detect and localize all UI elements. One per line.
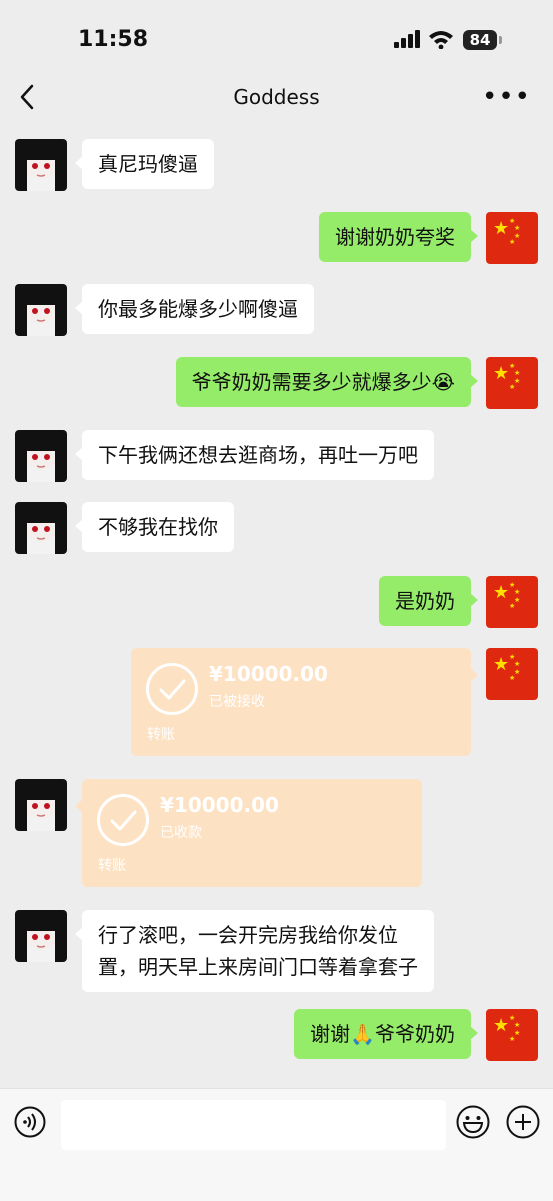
my-avatar[interactable]: ★ ★ ★ ★ ★ (486, 648, 538, 700)
contact-avatar[interactable] (15, 502, 67, 554)
transfer-card[interactable]: ¥10000.00 已被接收 转账 (131, 648, 478, 756)
svg-text:★: ★ (514, 660, 520, 668)
svg-text:★: ★ (514, 588, 520, 596)
status-time: 11:58 (78, 27, 149, 52)
transfer-label: 转账 (147, 727, 175, 743)
contact-avatar[interactable] (15, 910, 67, 962)
signal-icon (394, 30, 420, 48)
svg-text:★: ★ (514, 369, 520, 377)
my-avatar[interactable]: ★ ★ ★ ★ ★ (486, 576, 538, 628)
incoming-message[interactable]: 下午我俩还想去逛商场，再吐一万吧 (75, 430, 434, 480)
transfer-amount: ¥10000.00 (160, 793, 279, 817)
input-bar (0, 1088, 553, 1201)
contact-avatar[interactable] (15, 284, 67, 336)
svg-text:★: ★ (509, 602, 515, 610)
svg-text:★: ★ (493, 1015, 509, 1036)
incoming-message[interactable]: 真尼玛傻逼 (75, 139, 214, 189)
contact-avatar[interactable] (15, 139, 67, 191)
my-avatar[interactable]: ★ ★ ★ ★ ★ (486, 357, 538, 409)
transfer-card[interactable]: ¥10000.00 已收款 转账 (75, 779, 422, 887)
outgoing-message[interactable]: 谢谢奶奶夸奖 (319, 212, 478, 262)
outgoing-message[interactable]: 爷爷奶奶需要多少就爆多少😭 (175, 357, 479, 407)
battery-indicator: 84 (463, 30, 497, 50)
message-input[interactable] (61, 1100, 446, 1150)
svg-text:★: ★ (509, 383, 515, 391)
chat-title: Goddess (233, 85, 320, 109)
plus-icon[interactable] (506, 1105, 540, 1139)
my-avatar[interactable]: ★ ★ ★ ★ ★ (486, 212, 538, 264)
svg-text:★: ★ (493, 363, 509, 384)
message-line: 行了滚吧，一会开完房我给你发位 (98, 923, 398, 947)
my-avatar[interactable]: ★ ★ ★ ★ ★ (486, 1009, 538, 1061)
voice-icon[interactable] (14, 1106, 46, 1138)
chat-header: Goddess ••• (0, 80, 553, 122)
transfer-status: 已收款 (160, 825, 202, 841)
transfer-status: 已被接收 (209, 694, 265, 710)
more-dots-icon[interactable]: ••• (482, 82, 531, 112)
svg-text:★: ★ (509, 238, 515, 246)
contact-avatar[interactable] (15, 430, 67, 482)
emoji-icon[interactable] (456, 1105, 490, 1139)
svg-text:★: ★ (514, 1021, 520, 1029)
message-line: 置，明天早上来房间门口等着拿套子 (98, 955, 418, 979)
battery-cap (499, 36, 502, 44)
check-circle-icon (146, 663, 198, 715)
outgoing-message[interactable]: 谢谢🙏爷爷奶奶 (294, 1009, 478, 1059)
svg-text:★: ★ (493, 218, 509, 239)
svg-text:★: ★ (493, 582, 509, 603)
svg-text:★: ★ (514, 224, 520, 232)
svg-text:★: ★ (509, 674, 515, 682)
svg-text:★: ★ (493, 654, 509, 675)
wifi-icon (429, 31, 453, 49)
incoming-message[interactable]: 行了滚吧，一会开完房我给你发位 置，明天早上来房间门口等着拿套子 (75, 910, 434, 992)
incoming-message[interactable]: 你最多能爆多少啊傻逼 (75, 284, 314, 334)
transfer-amount: ¥10000.00 (209, 662, 328, 686)
check-circle-icon (97, 794, 149, 846)
incoming-message[interactable]: 不够我在找你 (75, 502, 234, 552)
contact-avatar[interactable] (15, 779, 67, 831)
svg-text:★: ★ (509, 1035, 515, 1043)
transfer-label: 转账 (98, 858, 126, 874)
outgoing-message[interactable]: 是奶奶 (379, 576, 478, 626)
status-bar: 11:58 84 (0, 0, 553, 80)
